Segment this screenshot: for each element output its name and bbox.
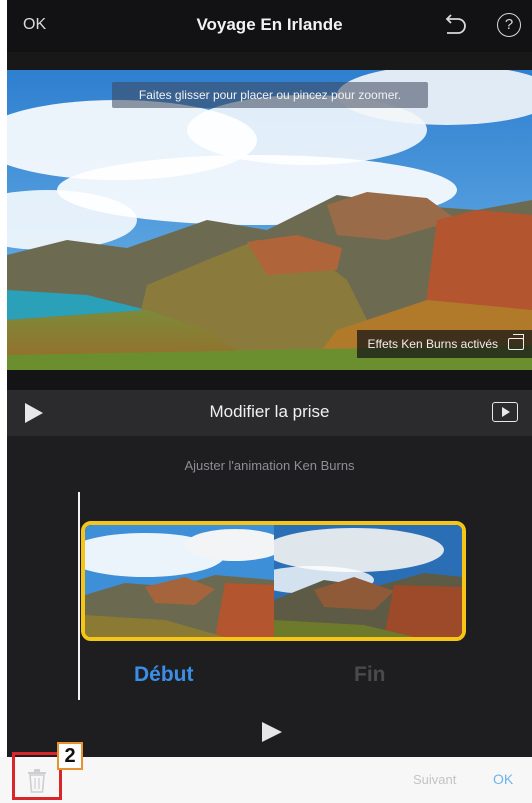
zoom-hint: Faites glisser pour placer ou pincez pou… [112, 82, 428, 108]
step-number-badge: 2 [57, 742, 83, 770]
top-navigation-bar: OK Voyage En Irlande ? [7, 0, 532, 52]
end-frame-button[interactable]: Fin [354, 663, 386, 687]
photo-viewer[interactable]: Faites glisser pour placer ou pincez pou… [7, 70, 532, 370]
start-frame-button[interactable]: Début [134, 663, 194, 687]
landscape-photo [7, 70, 532, 370]
undo-arrow-icon[interactable] [439, 12, 469, 40]
fullscreen-preview-icon[interactable] [492, 402, 518, 422]
end-frame-thumbnail[interactable] [274, 525, 462, 637]
help-button[interactable]: ? [497, 13, 521, 37]
ken-burns-toggle[interactable]: Effets Ken Burns activés [357, 330, 532, 358]
ken-burns-icon [508, 334, 524, 350]
edit-clip-bar: Modifier la prise [7, 390, 532, 436]
ken-burns-label: Effets Ken Burns activés [367, 337, 498, 351]
highlight-callout [12, 752, 62, 800]
start-frame-image [85, 525, 274, 637]
app-window: OK Voyage En Irlande ? Faites glisser po… [7, 0, 532, 757]
spacer [7, 370, 532, 390]
spacer [7, 52, 532, 70]
ken-burns-frames [81, 521, 466, 641]
edit-clip-title: Modifier la prise [209, 402, 330, 421]
next-button[interactable]: Suivant [413, 772, 456, 787]
playhead[interactable] [78, 492, 80, 700]
ok-confirm-button[interactable]: OK [493, 771, 513, 787]
start-frame-thumbnail[interactable] [85, 525, 274, 637]
help-icon: ? [504, 16, 514, 33]
preview-play-icon[interactable] [262, 722, 282, 742]
ken-burns-section-title: Ajuster l'animation Ken Burns [184, 458, 355, 473]
end-frame-image [274, 525, 462, 637]
